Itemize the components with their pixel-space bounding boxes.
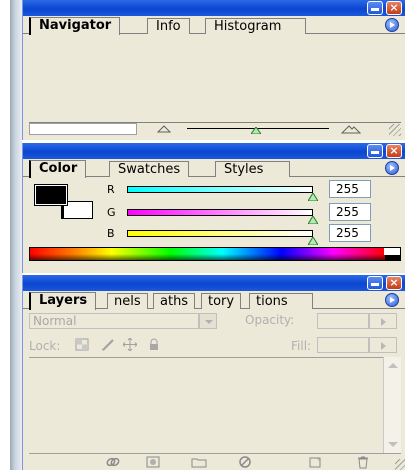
tab-styles[interactable]: Styles: [215, 161, 291, 177]
opacity-field[interactable]: [317, 313, 369, 329]
layers-footer: [29, 453, 405, 470]
blend-mode-dropdown-icon[interactable]: [199, 313, 217, 329]
channel-b-label: B: [107, 227, 115, 240]
lock-pixels-brush-icon[interactable]: [101, 338, 115, 351]
zoom-slider-knob[interactable]: [251, 127, 261, 134]
minimize-button[interactable]: [367, 276, 383, 290]
layers-scrollbar[interactable]: [383, 357, 401, 453]
tab-channels[interactable]: nels: [107, 293, 148, 309]
resize-grip[interactable]: [395, 459, 405, 470]
navigator-footer: [29, 122, 401, 136]
navigator-panel: × Navigator Info Histogram: [22, 0, 405, 140]
tab-paths[interactable]: aths: [153, 293, 196, 309]
panel-menu-icon[interactable]: [385, 18, 399, 32]
new-layer-icon[interactable]: [307, 455, 323, 469]
resize-grip[interactable]: [389, 124, 401, 136]
close-button[interactable]: ×: [386, 276, 402, 290]
channel-r-value[interactable]: 255: [329, 180, 371, 198]
layers-list[interactable]: [29, 357, 383, 453]
fill-slider-button[interactable]: [369, 337, 397, 353]
tab-color[interactable]: Color: [29, 160, 87, 178]
color-titlebar[interactable]: ×: [23, 143, 405, 159]
opacity-label: Opacity:: [245, 313, 295, 327]
lock-position-move-icon[interactable]: [123, 338, 137, 351]
channel-r-slider[interactable]: [127, 186, 313, 193]
channel-b-slider[interactable]: [127, 230, 313, 237]
scroll-down-icon[interactable]: [388, 442, 398, 447]
link-layers-icon[interactable]: [105, 455, 121, 469]
tab-navigator[interactable]: Navigator: [29, 17, 121, 35]
tab-layers[interactable]: Layers: [29, 292, 97, 310]
minimize-button[interactable]: [367, 1, 383, 15]
zoom-in-icon[interactable]: [341, 124, 361, 134]
new-group-folder-icon[interactable]: [191, 455, 207, 469]
background-color-swatch[interactable]: [63, 201, 93, 219]
lock-transparency-icon[interactable]: [75, 338, 89, 351]
channel-g-knob[interactable]: [308, 216, 318, 224]
channel-g-slider[interactable]: [127, 209, 313, 216]
channel-r-label: R: [107, 183, 115, 196]
navigator-titlebar[interactable]: ×: [23, 0, 405, 16]
delete-layer-trash-icon[interactable]: [355, 455, 371, 469]
zoom-out-icon[interactable]: [157, 125, 171, 133]
close-button[interactable]: ×: [386, 144, 402, 158]
fill-label: Fill:: [291, 339, 312, 353]
channel-r-knob[interactable]: [308, 193, 318, 201]
spectrum-white-swatch[interactable]: [384, 248, 400, 255]
channel-b-knob[interactable]: [308, 237, 318, 245]
layers-panel: × Layers nels aths tory tions Normal Opa…: [22, 275, 405, 470]
color-tabs: Color Swatches Styles: [23, 159, 405, 178]
channel-b-value[interactable]: 255: [329, 224, 371, 242]
tab-actions[interactable]: tions: [249, 293, 313, 309]
tab-histogram[interactable]: Histogram: [205, 18, 307, 34]
tab-swatches[interactable]: Swatches: [109, 161, 190, 177]
tab-info[interactable]: Info: [147, 18, 190, 34]
layers-titlebar[interactable]: ×: [23, 275, 405, 291]
color-panel: × Color Swatches Styles R 255 G 255 B 25…: [22, 143, 405, 273]
add-layer-mask-icon[interactable]: [145, 455, 161, 469]
layers-tabs: Layers nels aths tory tions: [23, 291, 405, 310]
blend-mode-select[interactable]: Normal: [29, 313, 199, 329]
lock-label: Lock:: [29, 339, 61, 353]
panel-menu-icon[interactable]: [385, 293, 399, 307]
close-button[interactable]: ×: [386, 1, 402, 15]
lock-all-icon[interactable]: [147, 338, 161, 351]
channel-g-value[interactable]: 255: [329, 203, 371, 221]
photoshop-palettes: × Navigator Info Histogram × Color Swatc…: [0, 0, 405, 470]
navigator-preview[interactable]: [29, 40, 401, 122]
fill-field[interactable]: [317, 337, 369, 353]
zoom-field[interactable]: [29, 123, 137, 135]
scroll-up-icon[interactable]: [388, 363, 398, 368]
panel-menu-icon[interactable]: [385, 161, 399, 175]
left-edge-stripe: [10, 0, 22, 470]
tab-history[interactable]: tory: [201, 293, 242, 309]
adjustment-layer-icon[interactable]: [237, 455, 253, 469]
color-spectrum-bar[interactable]: [29, 247, 401, 261]
opacity-slider-button[interactable]: [369, 313, 397, 329]
navigator-tabs: Navigator Info Histogram: [23, 16, 405, 35]
spectrum-shade: [30, 254, 400, 260]
foreground-color-swatch[interactable]: [34, 184, 68, 206]
left-edge: [0, 0, 22, 470]
minimize-button[interactable]: [367, 144, 383, 158]
channel-g-label: G: [107, 206, 116, 219]
